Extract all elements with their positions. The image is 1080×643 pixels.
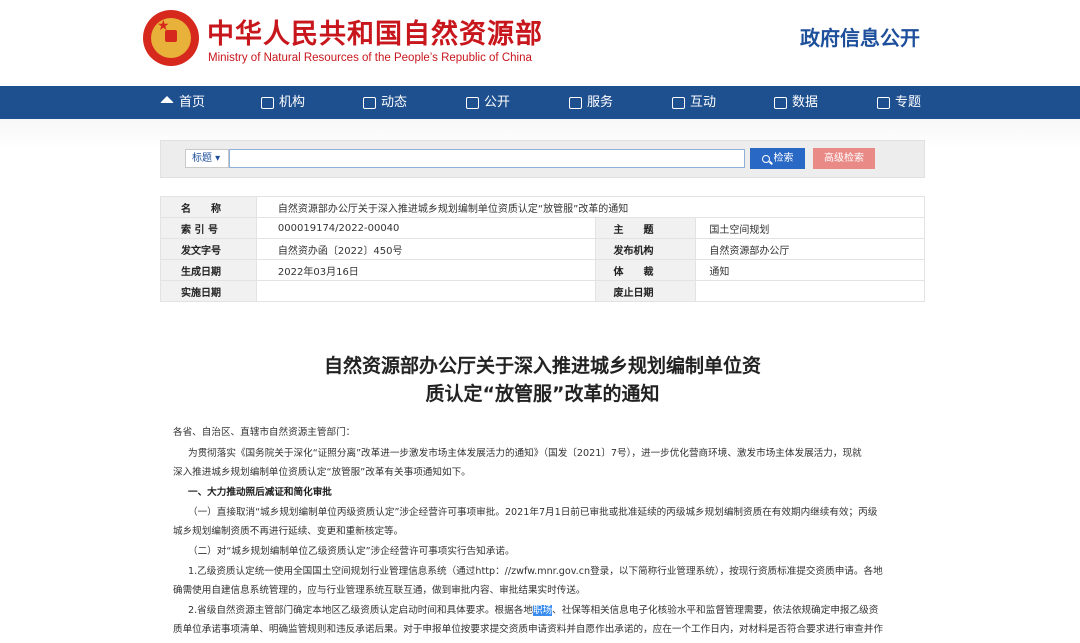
table-row: 实施日期 废止日期: [160, 280, 925, 302]
site-subtitle: Ministry of Natural Resources of the Peo…: [208, 52, 532, 64]
search-field-select[interactable]: 标题 ▾: [185, 149, 229, 168]
meta-value-index: 000019174/2022-00040: [255, 217, 597, 239]
nav-item-interaction[interactable]: 互动: [672, 86, 716, 119]
article-paragraph-line: 质单位承诺事项清单、明确监管规则和违反承诺后果。对于申报单位按要求提交资质申请资…: [173, 624, 883, 635]
service-icon: [569, 96, 582, 109]
nav-item-institution[interactable]: 机构: [261, 86, 305, 119]
meta-value-abolish: [695, 280, 925, 302]
table-row: 名 称 自然资源部办公厅关于深入推进城乡规划编制单位资质认定“放管服”改革的通知: [160, 196, 926, 218]
nav-item-label: 公开: [484, 95, 511, 110]
meta-key-docno: 发文字号: [160, 238, 257, 260]
nav-item-label: 机构: [279, 95, 306, 110]
national-emblem-icon[interactable]: ★: [143, 10, 199, 66]
nav-item-label: 动态: [381, 95, 408, 110]
meta-key-abolish: 废止日期: [595, 280, 697, 302]
meta-key-index: 索 引 号: [160, 217, 257, 239]
nav-item-label: 服务: [587, 95, 614, 110]
article-paragraph-line: 城乡规划编制资质不再进行延续、变更和重新核定等。: [173, 526, 404, 537]
interaction-icon: [672, 96, 685, 109]
search-button[interactable]: 检索: [750, 148, 805, 169]
nav-item-service[interactable]: 服务: [569, 86, 613, 119]
nav-item-label: 专题: [895, 95, 922, 110]
article-paragraph-line: 深入推进城乡规划编制单位资质认定“放管服”改革有关事项通知如下。: [173, 467, 471, 478]
article-salutation: 各省、自治区、直辖市自然资源主管部门：: [173, 427, 356, 438]
article-paragraph-line: 1.乙级资质认定统一使用全国国土空间规划行业管理信息系统（通过http：//zw…: [188, 566, 883, 577]
meta-value-name: 自然资源部办公厅关于深入推进城乡规划编制单位资质认定“放管服”改革的通知: [255, 196, 926, 218]
section-title[interactable]: 政府信息公开: [800, 22, 920, 51]
article-paragraph-line: 2.省级自然资源主管部门确定本地区乙级资质认定启动时间和具体要求。根据各地职场、…: [188, 604, 928, 618]
search-input[interactable]: [229, 149, 745, 168]
meta-key-issuer: 发布机构: [595, 238, 697, 260]
article-paragraph-line: （一）直接取消“城乡规划编制单位丙级资质认定”涉企经营许可事项审批。2021年7…: [188, 507, 878, 518]
article-text-run: 2.省级自然资源主管部门确定本地区乙级资质认定启动时间和具体要求。根据各地: [188, 605, 533, 616]
highlighted-text[interactable]: 职场: [532, 605, 553, 616]
nav-item-disclosure[interactable]: 公开: [466, 86, 510, 119]
nav-item-label: 数据: [792, 95, 819, 110]
table-row: 生成日期 2022年03月16日 体 裁 通知: [160, 259, 925, 281]
site-header: ★ 中华人民共和国自然资源部 Ministry of Natural Resou…: [0, 0, 1080, 86]
article-text-run: 、社保等相关信息电子化核验水平和监督管理需要，依法依规确定申报乙级资: [552, 605, 879, 616]
article-heading: 一、大力推动照后减证和简化审批: [188, 487, 332, 498]
data-icon: [774, 96, 787, 109]
meta-key-topic: 主 题: [595, 217, 697, 239]
meta-value-issuer: 自然资源部办公厅: [695, 238, 925, 260]
article-paragraph-line: 为贯彻落实《国务院关于深化“证照分离”改革进一步激发市场主体发展活力的通知》（国…: [188, 448, 862, 459]
topic-icon: [877, 96, 890, 109]
nav-item-label: 互动: [690, 95, 717, 110]
site-title[interactable]: 中华人民共和国自然资源部: [207, 12, 543, 51]
meta-key-effective: 实施日期: [160, 280, 257, 302]
search-field-label: 标题: [192, 153, 212, 164]
main-nav: 首页 机构 动态 公开 服务 互动 数据 专题: [0, 86, 1080, 119]
nav-item-label: 首页: [179, 95, 206, 110]
news-icon: [363, 96, 376, 109]
nav-item-topic[interactable]: 专题: [877, 86, 921, 119]
nav-item-news[interactable]: 动态: [363, 86, 407, 119]
search-button-label: 检索: [773, 153, 794, 164]
table-row: 发文字号 自然资办函〔2022〕450号 发布机构 自然资源部办公厅: [160, 238, 925, 260]
meta-value-genre: 通知: [695, 259, 925, 281]
article-paragraph-line: 确需使用自建信息系统管理的，应与行业管理系统互联互通，做到审批内容、审批结果实时…: [173, 585, 586, 596]
article-paragraph-line: （二）对“城乡规划编制单位乙级资质认定”涉企经营许可事项实行告知承诺。: [188, 546, 515, 557]
meta-value-date: 2022年03月16日: [255, 259, 597, 281]
article-title-line: 质认定“放管服”改革的通知: [425, 383, 660, 405]
nav-item-home[interactable]: 首页: [160, 86, 205, 119]
article-title-line: 自然资源部办公厅关于深入推进城乡规划编制单位资: [323, 355, 761, 377]
table-row: 索 引 号 000019174/2022-00040 主 题 国土空间规划: [160, 217, 925, 239]
meta-key-name: 名 称: [160, 196, 257, 218]
meta-key-genre: 体 裁: [595, 259, 697, 281]
advanced-search-button[interactable]: 高级检索: [813, 148, 875, 169]
meta-value-topic: 国土空间规划: [695, 217, 925, 239]
meta-key-date: 生成日期: [160, 259, 257, 281]
article-title: 自然资源部办公厅关于深入推进城乡规划编制单位资 质认定“放管服”改革的通知: [160, 352, 925, 408]
home-icon: [160, 96, 174, 103]
institution-icon: [261, 96, 274, 109]
nav-item-data[interactable]: 数据: [774, 86, 818, 119]
search-icon: [761, 154, 770, 163]
disclosure-icon: [466, 96, 479, 109]
meta-value-effective: [255, 280, 597, 302]
document-metadata-table: 名 称 自然资源部办公厅关于深入推进城乡规划编制单位资质认定“放管服”改革的通知…: [160, 196, 926, 302]
meta-value-docno: 自然资办函〔2022〕450号: [255, 238, 597, 260]
